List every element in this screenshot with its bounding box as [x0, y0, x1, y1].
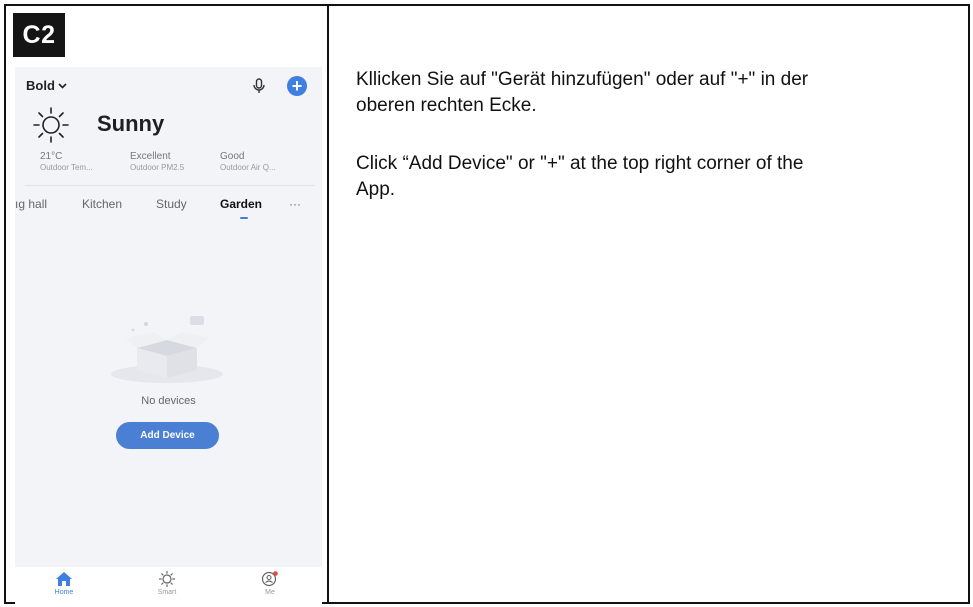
instruction-german-line2: oberen rechten Ecke.	[356, 95, 537, 116]
room-tabs: ıg hall Kitchen Study Garden ···	[15, 197, 322, 217]
stat-label: Outdoor Air Q...	[220, 163, 276, 172]
home-selector[interactable]: Bold	[26, 78, 67, 93]
divider	[25, 185, 315, 186]
nav-label: Home	[54, 589, 74, 596]
microphone-icon[interactable]	[252, 78, 266, 94]
sun-icon	[33, 107, 69, 143]
stat-air-quality: Good Outdoor Air Q...	[220, 151, 276, 173]
bottom-tab-bar: Home Smart Me	[15, 567, 322, 604]
nav-me[interactable]: Me	[245, 571, 295, 596]
stat-pm25: Excellent Outdoor PM2.5	[130, 151, 184, 173]
tab-garden[interactable]: Garden	[220, 197, 262, 211]
instruction-english: Click “Add Device" or "+" at the top rig…	[356, 151, 803, 203]
tab-kitchen[interactable]: Kitchen	[82, 197, 122, 211]
add-device-button[interactable]: Add Device	[116, 422, 219, 449]
instruction-german: Kllicken Sie auf "Gerät hinzufügen" oder…	[356, 67, 808, 119]
active-tab-indicator	[240, 217, 248, 219]
phone-screenshot: Bold + Sunny 21°C Outdoor Tem... Excelle…	[15, 67, 322, 604]
home-icon	[56, 572, 72, 586]
instruction-german-line1: Kllicken Sie auf "Gerät hinzufügen" oder…	[356, 69, 809, 90]
tab-living-hall[interactable]: ıg hall	[15, 197, 47, 211]
weather-label: Sunny	[97, 111, 165, 136]
nav-home[interactable]: Home	[39, 571, 89, 596]
instruction-english-line1: Click “Add Device" or "+" at the top rig…	[356, 153, 804, 174]
stat-value: Excellent	[130, 151, 171, 162]
stat-label: Outdoor PM2.5	[130, 163, 185, 172]
chevron-down-icon	[58, 82, 67, 89]
empty-box-illustration	[111, 316, 223, 383]
stat-label: Outdoor Tem...	[40, 163, 93, 172]
nav-label: Me	[265, 589, 275, 596]
nav-smart[interactable]: Smart	[142, 571, 192, 596]
more-rooms-icon[interactable]: ···	[289, 197, 301, 211]
empty-state-text: No devices	[141, 395, 196, 407]
add-plus-button[interactable]: +	[287, 76, 307, 96]
column-divider	[327, 4, 329, 604]
sun-icon	[158, 571, 176, 587]
home-name: Bold	[26, 78, 55, 93]
instruction-english-line2: App.	[356, 179, 396, 200]
step-label: C2	[13, 13, 65, 57]
profile-icon	[261, 571, 278, 587]
stat-temperature: 21°C Outdoor Tem...	[40, 151, 93, 173]
stat-value: 21°C	[40, 151, 63, 162]
stat-value: Good	[220, 151, 245, 162]
tab-study[interactable]: Study	[156, 197, 187, 211]
nav-label: Smart	[157, 589, 177, 596]
